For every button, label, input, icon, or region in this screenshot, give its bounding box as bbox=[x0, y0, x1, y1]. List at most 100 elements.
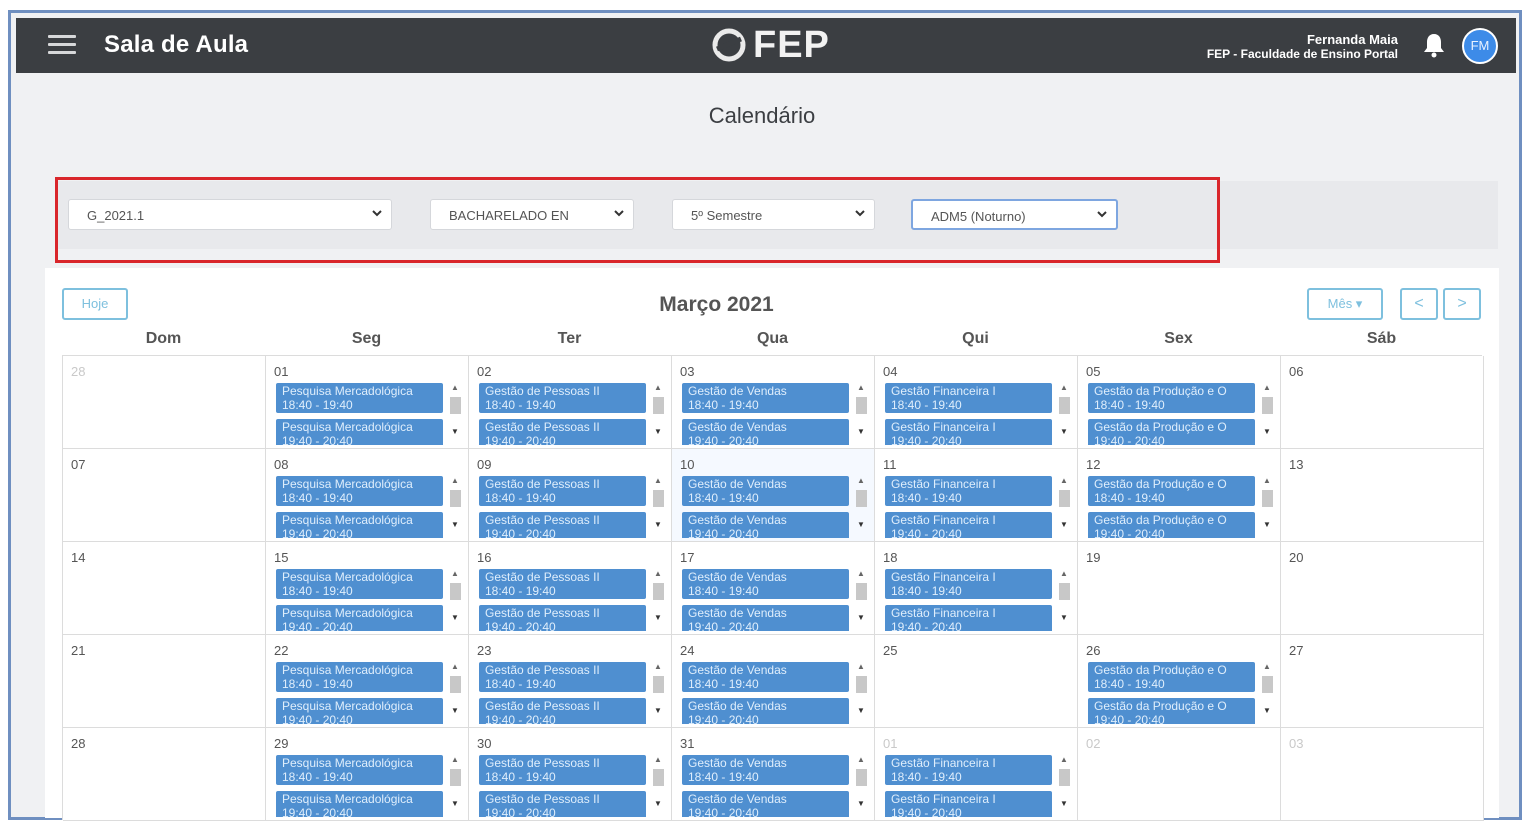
event-list-scrollbar[interactable]: ▲ ▼ bbox=[651, 476, 665, 536]
scroll-thumb[interactable] bbox=[1059, 397, 1070, 414]
day-cell[interactable]: 01 Gestão Financeira I 18:40 - 19:40 Gestão… bbox=[875, 728, 1078, 821]
calendar-event[interactable]: Gestão Financeira I 18:40 - 19:40 bbox=[885, 476, 1052, 506]
day-cell[interactable]: 03 Gestão de Vendas 18:40 - 19:40 Gestão de… bbox=[672, 356, 875, 449]
event-list-scrollbar[interactable]: ▲ ▼ bbox=[854, 476, 868, 536]
event-list-scrollbar[interactable]: ▲ ▼ bbox=[1260, 383, 1274, 443]
calendar-event[interactable]: Gestão de Vendas 19:40 - 20:40 bbox=[682, 698, 849, 724]
calendar-event[interactable]: Gestão de Pessoas II 19:40 - 20:40 bbox=[479, 791, 646, 817]
day-cell[interactable]: 06 bbox=[1281, 356, 1484, 449]
calendar-event[interactable]: Gestão da Produção e O 19:40 - 20:40 bbox=[1088, 512, 1255, 538]
event-list-scrollbar[interactable]: ▲ ▼ bbox=[448, 662, 462, 722]
scroll-thumb[interactable] bbox=[1059, 490, 1070, 507]
calendar-event[interactable]: Pesquisa Mercadológica 19:40 - 20:40 bbox=[276, 512, 443, 538]
day-cell[interactable]: 31 Gestão de Vendas 18:40 - 19:40 Gestão de… bbox=[672, 728, 875, 821]
scroll-thumb[interactable] bbox=[450, 769, 461, 786]
day-cell[interactable]: 01 Pesquisa Mercadológica 18:40 - 19:40 Pes… bbox=[266, 356, 469, 449]
event-list-scrollbar[interactable]: ▲ ▼ bbox=[854, 662, 868, 722]
day-cell[interactable]: 12 Gestão da Produção e O 18:40 - 19:40 Ges… bbox=[1078, 449, 1281, 542]
scroll-down-icon[interactable]: ▼ bbox=[654, 799, 662, 808]
scroll-down-icon[interactable]: ▼ bbox=[451, 613, 459, 622]
scroll-up-icon[interactable]: ▲ bbox=[654, 755, 662, 764]
scroll-down-icon[interactable]: ▼ bbox=[451, 706, 459, 715]
calendar-event[interactable]: Pesquisa Mercadológica 19:40 - 20:40 bbox=[276, 698, 443, 724]
calendar-event[interactable]: Gestão de Pessoas II 18:40 - 19:40 bbox=[479, 383, 646, 413]
calendar-event[interactable]: Gestão da Produção e O 19:40 - 20:40 bbox=[1088, 419, 1255, 445]
calendar-event[interactable]: Pesquisa Mercadológica 19:40 - 20:40 bbox=[276, 605, 443, 631]
scroll-up-icon[interactable]: ▲ bbox=[451, 662, 459, 671]
scroll-up-icon[interactable]: ▲ bbox=[1060, 569, 1068, 578]
event-list-scrollbar[interactable]: ▲ ▼ bbox=[651, 755, 665, 815]
scroll-down-icon[interactable]: ▼ bbox=[654, 706, 662, 715]
day-cell[interactable]: 11 Gestão Financeira I 18:40 - 19:40 Gestão… bbox=[875, 449, 1078, 542]
scroll-up-icon[interactable]: ▲ bbox=[451, 476, 459, 485]
scroll-down-icon[interactable]: ▼ bbox=[1263, 520, 1271, 529]
scroll-up-icon[interactable]: ▲ bbox=[857, 755, 865, 764]
scroll-up-icon[interactable]: ▲ bbox=[654, 476, 662, 485]
event-list-scrollbar[interactable]: ▲ ▼ bbox=[1260, 662, 1274, 722]
calendar-event[interactable]: Gestão Financeira I 19:40 - 20:40 bbox=[885, 605, 1052, 631]
notification-bell-icon[interactable] bbox=[1422, 32, 1446, 58]
day-cell[interactable]: 02 bbox=[1078, 728, 1281, 821]
event-list-scrollbar[interactable]: ▲ ▼ bbox=[1260, 476, 1274, 536]
day-cell[interactable]: 03 bbox=[1281, 728, 1484, 821]
scroll-thumb[interactable] bbox=[856, 583, 867, 600]
view-mode-button[interactable]: Mês ▾ bbox=[1307, 288, 1383, 320]
event-list-scrollbar[interactable]: ▲ ▼ bbox=[448, 569, 462, 629]
day-cell[interactable]: 21 bbox=[63, 635, 266, 728]
day-cell[interactable]: 04 Gestão Financeira I 18:40 - 19:40 Gestão… bbox=[875, 356, 1078, 449]
scroll-down-icon[interactable]: ▼ bbox=[1060, 427, 1068, 436]
scroll-up-icon[interactable]: ▲ bbox=[1060, 383, 1068, 392]
scroll-thumb[interactable] bbox=[450, 583, 461, 600]
event-list-scrollbar[interactable]: ▲ ▼ bbox=[448, 755, 462, 815]
calendar-event[interactable]: Pesquisa Mercadológica 19:40 - 20:40 bbox=[276, 419, 443, 445]
scroll-down-icon[interactable]: ▼ bbox=[451, 520, 459, 529]
event-list-scrollbar[interactable]: ▲ ▼ bbox=[1057, 569, 1071, 629]
scroll-down-icon[interactable]: ▼ bbox=[1060, 520, 1068, 529]
scroll-thumb[interactable] bbox=[1262, 490, 1273, 507]
scroll-thumb[interactable] bbox=[653, 397, 664, 414]
calendar-event[interactable]: Gestão Financeira I 19:40 - 20:40 bbox=[885, 512, 1052, 538]
calendar-event[interactable]: Gestão de Pessoas II 19:40 - 20:40 bbox=[479, 419, 646, 445]
day-cell[interactable]: 24 Gestão de Vendas 18:40 - 19:40 Gestão de… bbox=[672, 635, 875, 728]
scroll-down-icon[interactable]: ▼ bbox=[857, 520, 865, 529]
scroll-up-icon[interactable]: ▲ bbox=[654, 383, 662, 392]
scroll-up-icon[interactable]: ▲ bbox=[1060, 476, 1068, 485]
scroll-up-icon[interactable]: ▲ bbox=[857, 383, 865, 392]
calendar-event[interactable]: Gestão de Pessoas II 19:40 - 20:40 bbox=[479, 605, 646, 631]
day-cell[interactable]: 05 Gestão da Produção e O 18:40 - 19:40 Ges… bbox=[1078, 356, 1281, 449]
calendar-event[interactable]: Gestão da Produção e O 18:40 - 19:40 bbox=[1088, 383, 1255, 413]
scroll-thumb[interactable] bbox=[450, 397, 461, 414]
day-cell[interactable]: 26 Gestão da Produção e O 18:40 - 19:40 Ges… bbox=[1078, 635, 1281, 728]
scroll-up-icon[interactable]: ▲ bbox=[1263, 662, 1271, 671]
day-cell[interactable]: 27 bbox=[1281, 635, 1484, 728]
event-list-scrollbar[interactable]: ▲ ▼ bbox=[854, 569, 868, 629]
event-list-scrollbar[interactable]: ▲ ▼ bbox=[651, 662, 665, 722]
calendar-event[interactable]: Gestão de Vendas 19:40 - 20:40 bbox=[682, 512, 849, 538]
calendar-event[interactable]: Gestão de Vendas 19:40 - 20:40 bbox=[682, 419, 849, 445]
scroll-thumb[interactable] bbox=[856, 490, 867, 507]
calendar-event[interactable]: Gestão de Vendas 19:40 - 20:40 bbox=[682, 791, 849, 817]
day-cell[interactable]: 29 Pesquisa Mercadológica 18:40 - 19:40 Pes… bbox=[266, 728, 469, 821]
calendar-event[interactable]: Gestão da Produção e O 18:40 - 19:40 bbox=[1088, 662, 1255, 692]
calendar-event[interactable]: Gestão de Vendas 18:40 - 19:40 bbox=[682, 755, 849, 785]
day-cell[interactable]: 22 Pesquisa Mercadológica 18:40 - 19:40 Pes… bbox=[266, 635, 469, 728]
calendar-event[interactable]: Gestão de Pessoas II 19:40 - 20:40 bbox=[479, 512, 646, 538]
day-cell[interactable]: 15 Pesquisa Mercadológica 18:40 - 19:40 Pes… bbox=[266, 542, 469, 635]
scroll-up-icon[interactable]: ▲ bbox=[857, 662, 865, 671]
event-list-scrollbar[interactable]: ▲ ▼ bbox=[651, 383, 665, 443]
scroll-thumb[interactable] bbox=[653, 583, 664, 600]
calendar-event[interactable]: Gestão de Pessoas II 18:40 - 19:40 bbox=[479, 569, 646, 599]
day-cell[interactable]: 19 bbox=[1078, 542, 1281, 635]
calendar-event[interactable]: Pesquisa Mercadológica 18:40 - 19:40 bbox=[276, 383, 443, 413]
scroll-up-icon[interactable]: ▲ bbox=[1060, 755, 1068, 764]
scroll-down-icon[interactable]: ▼ bbox=[654, 520, 662, 529]
day-cell[interactable]: 13 bbox=[1281, 449, 1484, 542]
scroll-thumb[interactable] bbox=[856, 397, 867, 414]
event-list-scrollbar[interactable]: ▲ ▼ bbox=[1057, 383, 1071, 443]
calendar-event[interactable]: Gestão da Produção e O 18:40 - 19:40 bbox=[1088, 476, 1255, 506]
calendar-event[interactable]: Gestão Financeira I 19:40 - 20:40 bbox=[885, 419, 1052, 445]
scroll-thumb[interactable] bbox=[856, 769, 867, 786]
scroll-down-icon[interactable]: ▼ bbox=[451, 427, 459, 436]
calendar-event[interactable]: Gestão de Vendas 18:40 - 19:40 bbox=[682, 662, 849, 692]
day-cell[interactable]: 23 Gestão de Pessoas II 18:40 - 19:40 Gestã… bbox=[469, 635, 672, 728]
